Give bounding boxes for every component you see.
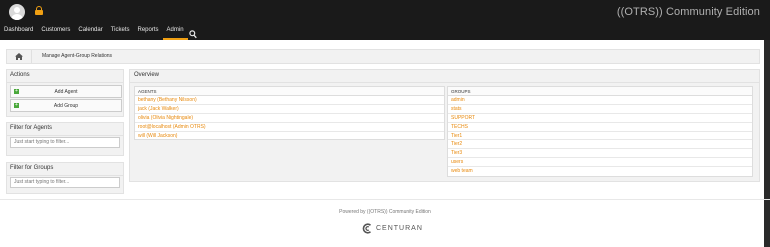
- actions-panel: Actions + Add Agent + Add Group: [6, 69, 124, 117]
- add-agent-label: Add Agent: [54, 89, 78, 95]
- agent-link[interactable]: olivia (Olivia Nightingale): [135, 114, 444, 123]
- group-link[interactable]: users: [448, 158, 752, 168]
- nav-reports[interactable]: Reports: [134, 24, 163, 40]
- filter-agents-panel: Filter for Agents: [6, 122, 124, 156]
- actions-title: Actions: [7, 70, 123, 83]
- powered-by-text: Powered by ((OTRS)) Community Edition: [339, 209, 431, 215]
- centuran-logo[interactable]: CENTURAN: [362, 222, 423, 234]
- agents-list: AGENTS bethany (Bethany Nilsson) jack (J…: [134, 86, 445, 140]
- main-nav: Dashboard Customers Calendar Tickets Rep…: [0, 24, 188, 40]
- nav-customers[interactable]: Customers: [37, 24, 74, 40]
- agent-link[interactable]: will (Will Jackson): [135, 132, 444, 141]
- group-link[interactable]: Tier1: [448, 132, 752, 141]
- filter-groups-title: Filter for Groups: [7, 163, 123, 176]
- agent-link[interactable]: bethany (Bethany Nilsson): [135, 96, 444, 105]
- group-link[interactable]: admin: [448, 96, 752, 105]
- home-icon[interactable]: [7, 50, 32, 63]
- page-title: Manage Agent-Group Relations: [42, 53, 113, 59]
- add-group-button[interactable]: + Add Group: [10, 99, 122, 112]
- window-edge: [764, 40, 770, 247]
- filter-agents-input[interactable]: [10, 137, 120, 148]
- groups-list: GROUPS admin stats SUPPORT TECHS Tier1 T…: [447, 86, 753, 177]
- breadcrumb: Manage Agent-Group Relations: [6, 49, 760, 64]
- centuran-logo-icon: [362, 222, 372, 234]
- nav-dashboard[interactable]: Dashboard: [0, 24, 37, 40]
- nav-tickets[interactable]: Tickets: [107, 24, 134, 40]
- filter-agents-title: Filter for Agents: [7, 123, 123, 136]
- group-link[interactable]: TECHS: [448, 123, 752, 132]
- add-group-label: Add Group: [53, 103, 79, 109]
- group-link[interactable]: stats: [448, 105, 752, 114]
- group-link[interactable]: web team: [448, 167, 752, 176]
- agent-link[interactable]: jack (Jack Walker): [135, 105, 444, 114]
- filter-groups-panel: Filter for Groups: [6, 162, 124, 194]
- group-link[interactable]: SUPPORT: [448, 114, 752, 123]
- group-link[interactable]: Tier3: [448, 149, 752, 159]
- lock-icon[interactable]: [35, 6, 43, 15]
- overview-title: Overview: [130, 70, 759, 83]
- group-link[interactable]: Tier2: [448, 140, 752, 150]
- agent-link[interactable]: root@localhost (Admin OTRS): [135, 123, 444, 132]
- nav-admin[interactable]: Admin: [162, 24, 188, 40]
- groups-header: GROUPS: [448, 87, 752, 96]
- user-avatar-icon[interactable]: [9, 4, 25, 20]
- footer-divider: [0, 199, 770, 200]
- filter-groups-input[interactable]: [10, 177, 120, 188]
- search-icon[interactable]: [189, 26, 197, 39]
- top-navigation-bar: Dashboard Customers Calendar Tickets Rep…: [0, 0, 770, 40]
- agents-header: AGENTS: [135, 87, 444, 96]
- add-agent-button[interactable]: + Add Agent: [10, 85, 122, 98]
- brand-logo: ((OTRS)) Community Edition: [616, 6, 760, 18]
- centuran-logo-text: CENTURAN: [376, 224, 423, 232]
- nav-calendar[interactable]: Calendar: [74, 24, 106, 40]
- overview-panel: Overview AGENTS bethany (Bethany Nilsson…: [129, 69, 760, 182]
